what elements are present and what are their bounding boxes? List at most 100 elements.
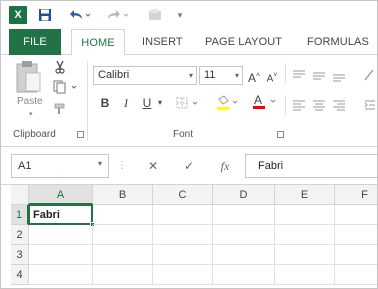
borders-button[interactable]	[175, 95, 203, 111]
redo-button[interactable]	[105, 6, 131, 24]
format-painter-button[interactable]	[51, 101, 69, 117]
ribbon-home: Paste ▾ Clipboard Calibri ▾ 11 ▾ A˄ A˅ B…	[1, 55, 377, 147]
tab-formulas[interactable]: FORMULAS	[307, 29, 369, 55]
bold-button[interactable]: B	[99, 93, 111, 113]
cell-value: Fabri	[33, 209, 60, 221]
cell-b3[interactable]	[93, 245, 153, 265]
cell-f3[interactable]	[335, 245, 377, 265]
cell-c1[interactable]	[153, 205, 213, 225]
save-button[interactable]	[37, 6, 53, 24]
group-divider	[285, 63, 286, 83]
undo-button[interactable]	[67, 6, 93, 24]
cell-e3[interactable]	[275, 245, 335, 265]
row-header-2[interactable]: 2	[11, 225, 29, 245]
horizontal-alignment-row	[291, 97, 355, 113]
cell-b1[interactable]	[93, 205, 153, 225]
paste-dropdown-icon[interactable]: ▾	[29, 110, 33, 118]
select-all-button[interactable]	[11, 185, 29, 205]
insert-function-button[interactable]: fx	[215, 154, 235, 178]
chevron-down-icon: ▾	[188, 71, 193, 80]
cell-f1[interactable]	[335, 205, 377, 225]
cell-f4[interactable]	[335, 265, 377, 285]
cancel-button[interactable]: ✕	[143, 154, 163, 178]
font-size-select[interactable]: 11 ▾	[199, 66, 243, 85]
enter-button[interactable]: ✓	[179, 154, 199, 178]
svg-text:A: A	[254, 93, 262, 107]
clipboard-icon	[16, 61, 41, 93]
format-painter-icon	[54, 103, 65, 114]
clipboard-launcher-icon[interactable]	[77, 131, 84, 138]
font-size-value: 11	[204, 69, 216, 81]
fill-color-button[interactable]	[215, 95, 243, 111]
spreadsheet-grid: ABCDEF 1234 Fabri	[1, 185, 377, 288]
font-name-value: Calibri	[98, 69, 130, 81]
group-divider	[285, 95, 286, 115]
cell-a3[interactable]	[29, 245, 93, 265]
quick-access-toolbar: X ▾	[1, 1, 377, 29]
borders-icon	[176, 97, 198, 109]
copy-button[interactable]	[51, 79, 81, 95]
font-color-button[interactable]: A	[251, 93, 281, 110]
tab-insert[interactable]: INSERT	[142, 29, 183, 55]
cell-c2[interactable]	[153, 225, 213, 245]
tab-page-layout[interactable]: PAGE LAYOUT	[205, 29, 282, 55]
column-header-e[interactable]: E	[275, 185, 335, 205]
group-divider	[87, 61, 88, 141]
new-document-button[interactable]	[145, 6, 167, 24]
excel-logo-icon: X	[9, 6, 27, 24]
customize-toolbar-icon[interactable]: ▾	[175, 6, 185, 24]
cell-d1[interactable]	[213, 205, 275, 225]
orientation-icon[interactable]	[361, 67, 377, 83]
column-header-d[interactable]: D	[213, 185, 275, 205]
cell-e1[interactable]	[275, 205, 335, 225]
chevron-down-icon: ▾	[97, 159, 102, 168]
tab-file[interactable]: FILE	[9, 29, 61, 55]
copy-icon	[53, 80, 77, 94]
new-document-icon	[149, 9, 161, 20]
column-header-f[interactable]: F	[335, 185, 377, 205]
chevron-down-icon: ▾	[234, 71, 239, 80]
cell-d2[interactable]	[213, 225, 275, 245]
row-header-3[interactable]: 3	[11, 245, 29, 265]
font-name-select[interactable]: Calibri ▾	[93, 66, 197, 85]
cell-e4[interactable]	[275, 265, 335, 285]
save-icon	[39, 9, 51, 21]
undo-icon	[70, 10, 91, 19]
name-box-value: A1	[18, 160, 32, 172]
align-icons	[293, 70, 345, 82]
row-header-4[interactable]: 4	[11, 265, 29, 285]
column-header-c[interactable]: C	[153, 185, 213, 205]
clipboard-group-label: Clipboard	[13, 129, 56, 140]
name-box[interactable]: A1 ▾	[11, 154, 109, 178]
tab-home[interactable]: HOME	[71, 29, 125, 56]
increase-font-size-button[interactable]: A˄	[247, 66, 261, 86]
cell-a2[interactable]	[29, 225, 93, 245]
underline-button[interactable]: U	[141, 93, 153, 113]
cell-e2[interactable]	[275, 225, 335, 245]
cell-d4[interactable]	[213, 265, 275, 285]
row-header-1[interactable]: 1	[11, 205, 29, 225]
cell-d3[interactable]	[213, 245, 275, 265]
align-icons	[293, 100, 345, 111]
column-header-a[interactable]: A	[29, 185, 93, 205]
paste-label: Paste	[17, 96, 43, 107]
font-launcher-icon[interactable]	[277, 131, 284, 138]
redo-icon	[108, 10, 129, 19]
cell-a4[interactable]	[29, 265, 93, 285]
cell-f2[interactable]	[335, 225, 377, 245]
formula-input[interactable]: Fabri	[245, 154, 377, 178]
chevron-down-icon[interactable]: ▾	[155, 93, 165, 113]
indent-icon[interactable]	[361, 97, 377, 113]
font-color-icon: A	[253, 93, 276, 109]
italic-button[interactable]: I	[120, 93, 132, 113]
formula-bar: A1 ▾ ⋮ ✕ ✓ fx Fabri	[1, 147, 377, 185]
cell-a1[interactable]: Fabri	[28, 204, 93, 225]
cut-button[interactable]	[51, 59, 69, 75]
cell-b4[interactable]	[93, 265, 153, 285]
column-header-b[interactable]: B	[93, 185, 153, 205]
scissors-icon	[55, 60, 65, 74]
cell-c4[interactable]	[153, 265, 213, 285]
cell-b2[interactable]	[93, 225, 153, 245]
decrease-font-size-button[interactable]: A˅	[265, 66, 279, 86]
cell-c3[interactable]	[153, 245, 213, 265]
